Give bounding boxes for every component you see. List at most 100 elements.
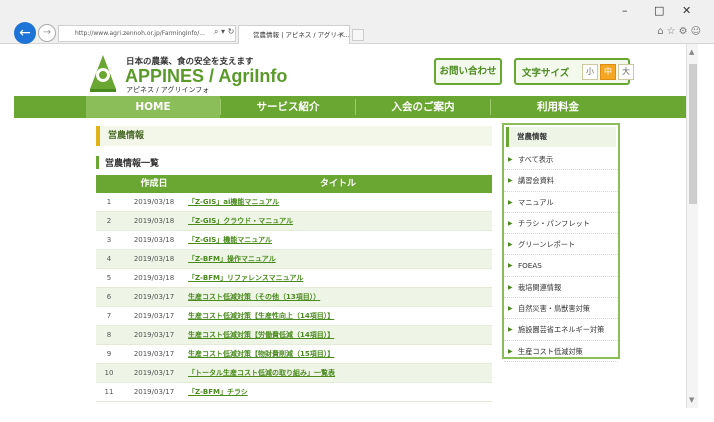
scroll-thumb[interactable] — [689, 64, 697, 204]
nav-home[interactable]: HOME — [86, 96, 220, 118]
sidebar-item-label: チラシ・パンフレット — [518, 218, 590, 228]
row-number: 8 — [106, 331, 112, 339]
row-date: 2019/03/17 — [133, 293, 175, 301]
sidebar-item-label: グリーンレポート — [518, 240, 576, 250]
font-size-small-button[interactable]: 小 — [582, 64, 598, 80]
browser-tab[interactable]: 営農情報 | アピネス / アグリイ... × — [238, 25, 350, 44]
sidebar-item-label: FOEAS — [518, 261, 542, 271]
row-title-link[interactable]: 「トータル生産コスト低減の取り組み」一覧表 — [188, 364, 488, 383]
row-title-link[interactable]: 生産コスト低減対策（その他（13項目）） — [188, 288, 488, 307]
table-row: 7 2019/03/17 生産コスト低減対策【生産性向上（14項目）】 — [96, 307, 492, 326]
row-number: 11 — [104, 388, 114, 396]
row-title-link[interactable]: 「Z-GIS」ai機能マニュアル — [188, 193, 488, 212]
sidebar-item-label: 栽培関連情報 — [518, 282, 562, 292]
list-subtitle: 営農情報一覧 — [96, 156, 159, 169]
sidebar-item-label: マニュアル — [518, 197, 554, 207]
triangle-right-icon: ▶ — [508, 198, 513, 206]
maximize-button[interactable]: □ — [654, 4, 664, 17]
contact-button[interactable]: お問い合わせ — [434, 58, 502, 85]
triangle-right-icon: ▶ — [508, 241, 513, 249]
nav-membership[interactable]: 入会のご案内 — [356, 96, 490, 118]
tab-close-icon[interactable]: × — [338, 26, 345, 44]
row-date: 2019/03/18 — [133, 198, 175, 206]
row-number: 7 — [106, 312, 112, 320]
table-row: 5 2019/03/18 「Z-BFM」リファレンスマニュアル — [96, 269, 492, 288]
table-row: 10 2019/03/17 「トータル生産コスト低減の取り組み」一覧表 — [96, 364, 492, 383]
toolbar-icons[interactable]: ⌂☆⚙☺ — [657, 26, 704, 37]
triangle-right-icon: ▶ — [508, 219, 513, 227]
row-number: 6 — [106, 293, 112, 301]
new-tab-button[interactable] — [352, 29, 364, 41]
row-date: 2019/03/18 — [133, 255, 175, 263]
sidebar-item[interactable]: ▶ 講習会資料 — [504, 170, 618, 192]
table-row: 11 2019/03/17 「Z-BFM」チラシ — [96, 383, 492, 402]
vertical-scrollbar[interactable]: ▲ ▼ — [686, 44, 698, 408]
sidebar-item[interactable]: ▶ 施設園芸省エネルギー対策 — [504, 319, 618, 341]
row-title-link[interactable]: 「Z-BFM」リファレンスマニュアル — [188, 269, 488, 288]
scroll-up-icon[interactable]: ▲ — [689, 48, 694, 56]
row-title-link[interactable]: 生産コスト低減対策【労働費低減（14項目）】 — [188, 326, 488, 345]
row-date: 2019/03/18 — [133, 274, 175, 282]
row-title-link[interactable]: 生産コスト低減対策【生産性向上（14項目）】 — [188, 307, 488, 326]
brand-subtitle: アピネス / アグリインフォ — [126, 86, 210, 94]
row-title-link[interactable]: 生産コスト低減対策【物財費削減（15項目）】 — [188, 345, 488, 364]
font-size-medium-button[interactable]: 中 — [600, 64, 616, 80]
close-window-button[interactable]: ✕ — [682, 4, 691, 17]
row-title-link[interactable]: 「Z-GIS」機能マニュアル — [188, 231, 488, 250]
sidebar-title: 営農情報 — [506, 127, 616, 147]
table-row: 2 2019/03/18 「Z-GIS」クラウド・マニュアル — [96, 212, 492, 231]
minimize-button[interactable]: – — [622, 4, 628, 17]
sidebar-item[interactable]: ▶ マニュアル — [504, 192, 618, 213]
triangle-right-icon: ▶ — [508, 283, 513, 291]
back-arrow-icon[interactable]: ← — [14, 22, 36, 44]
table-row: 9 2019/03/17 生産コスト低減対策【物財費削減（15項目）】 — [96, 345, 492, 364]
row-date: 2019/03/17 — [133, 312, 175, 320]
page-viewport: 日本の農業、食の安全を支えます APPINES / AgriInfo アピネス … — [14, 44, 686, 408]
sidebar-item[interactable]: ▶ すべて表示 — [504, 149, 618, 171]
row-number: 9 — [106, 350, 112, 358]
nav-services[interactable]: サービス紹介 — [221, 96, 355, 118]
row-number: 1 — [106, 198, 112, 206]
sidebar-item-label: すべて表示 — [518, 155, 554, 164]
sidebar-item[interactable]: ▶ グリーンレポート — [504, 234, 618, 256]
address-bar[interactable]: http://www.agri.zennoh.or.jp/FarmingInfo… — [58, 25, 236, 42]
triangle-right-icon: ▶ — [508, 156, 513, 163]
triangle-right-icon: ▶ — [508, 177, 513, 185]
sidebar-item[interactable]: ▶ チラシ・パンフレット — [504, 213, 618, 235]
table-row: 3 2019/03/18 「Z-GIS」機能マニュアル — [96, 231, 492, 250]
row-number: 3 — [106, 236, 112, 244]
column-date: 作成日 — [140, 179, 168, 189]
sidebar: 営農情報 ▶ すべて表示 ▶ 講習会資料 ▶ マニュアル ▶ チラシ・パンフレット ▶ グリーンレ… — [502, 123, 620, 362]
row-number: 2 — [106, 217, 112, 225]
table-row: 1 2019/03/18 「Z-GIS」ai機能マニュアル — [96, 193, 492, 212]
sidebar-item[interactable]: ▶ FOEAS — [504, 255, 618, 277]
sidebar-item[interactable]: ▶ 生産コスト低減対策 — [504, 341, 618, 362]
browser-chrome: – □ ✕ ← → http://www.agri.zennoh.or.jp/F… — [0, 0, 714, 44]
info-table: 作成日 タイトル 1 2019/03/18 「Z-GIS」ai機能マニュアル 2 201… — [96, 175, 492, 402]
row-date: 2019/03/18 — [133, 236, 175, 244]
section-title: 営農情報 — [96, 126, 492, 146]
triangle-right-icon: ▶ — [508, 326, 513, 334]
row-date: 2019/03/17 — [133, 350, 175, 358]
row-title-link[interactable]: 「Z-GIS」クラウド・マニュアル — [188, 212, 488, 231]
sidebar-item-label: 生産コスト低減対策 — [518, 346, 583, 356]
appines-logo-icon — [90, 55, 116, 92]
scroll-down-icon[interactable]: ▼ — [689, 396, 694, 404]
row-number: 5 — [106, 274, 112, 282]
sidebar-item[interactable]: ▶ 栽培関連情報 — [504, 277, 618, 299]
brand-name[interactable]: APPINES / AgriInfo — [125, 66, 287, 87]
nav-pricing[interactable]: 利用料金 — [491, 96, 625, 118]
triangle-right-icon: ▶ — [508, 305, 513, 313]
font-size-large-button[interactable]: 大 — [618, 64, 634, 80]
triangle-right-icon: ▶ — [508, 262, 513, 270]
sidebar-item[interactable]: ▶ 自然災害・鳥獣害対策 — [504, 298, 618, 320]
forward-arrow-icon[interactable]: → — [38, 24, 56, 42]
row-title-link[interactable]: 「Z-BFM」操作マニュアル — [188, 250, 488, 269]
triangle-right-icon: ▶ — [508, 347, 513, 355]
table-header: 作成日 タイトル — [96, 175, 492, 193]
main-nav: HOME サービス紹介 入会のご案内 利用料金 — [14, 96, 686, 118]
row-date: 2019/03/17 — [133, 331, 175, 339]
search-icon[interactable]: ⌕ ▾ ↻ — [214, 27, 234, 37]
row-title-link[interactable]: 「Z-BFM」チラシ — [188, 383, 488, 402]
row-date: 2019/03/17 — [133, 388, 175, 396]
